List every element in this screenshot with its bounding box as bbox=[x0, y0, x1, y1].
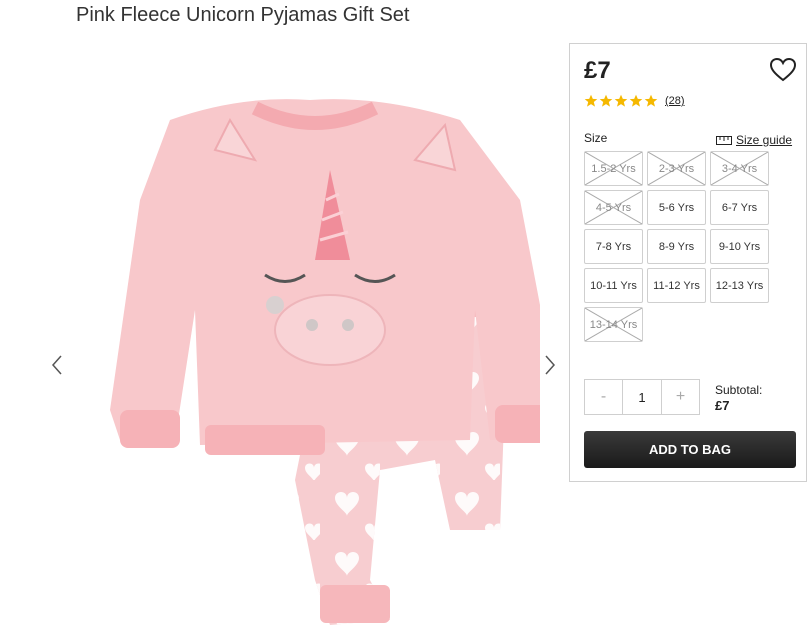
size-option-label: 3-4 Yrs bbox=[721, 162, 758, 175]
size-option-label: 4-5 Yrs bbox=[595, 201, 632, 214]
size-option-label: 7-8 Yrs bbox=[595, 240, 632, 253]
quantity-decrease-button[interactable]: - bbox=[585, 380, 622, 414]
size-option[interactable]: 8-9 Yrs bbox=[647, 229, 706, 264]
gallery-prev-button[interactable] bbox=[47, 350, 67, 380]
chevron-left-icon bbox=[51, 355, 62, 375]
size-option-label: 12-13 Yrs bbox=[715, 279, 764, 292]
size-option-label: 10-11 Yrs bbox=[590, 279, 637, 292]
quantity-stepper: - + bbox=[584, 379, 700, 415]
size-option-label: 9-10 Yrs bbox=[718, 240, 761, 253]
size-option[interactable]: 5-6 Yrs bbox=[647, 190, 706, 225]
product-price: £7 bbox=[584, 57, 611, 84]
subtotal: Subtotal: £7 bbox=[715, 382, 762, 414]
size-option[interactable]: 9-10 Yrs bbox=[710, 229, 769, 264]
subtotal-value: £7 bbox=[715, 398, 730, 413]
size-option[interactable]: 3-4 Yrs bbox=[710, 151, 769, 186]
size-guide-label: Size guide bbox=[736, 133, 793, 147]
size-option[interactable]: 6-7 Yrs bbox=[710, 190, 769, 225]
star-icon bbox=[629, 94, 643, 107]
size-option[interactable]: 2-3 Yrs bbox=[647, 151, 706, 186]
gallery-next-button[interactable] bbox=[540, 350, 560, 380]
subtotal-label: Subtotal: bbox=[715, 383, 763, 397]
product-title: Pink Fleece Unicorn Pyjamas Gift Set bbox=[76, 4, 410, 26]
size-option-label: 2-3 Yrs bbox=[658, 162, 695, 175]
star-icon bbox=[599, 94, 613, 107]
size-option-label: 13-14 Yrs bbox=[589, 318, 638, 331]
size-option-label: 1.5-2 Yrs bbox=[591, 162, 636, 175]
add-to-bag-button[interactable]: ADD TO BAG bbox=[584, 431, 796, 468]
review-count-link[interactable]: (28) bbox=[665, 95, 685, 107]
size-option[interactable]: 10-11 Yrs bbox=[584, 268, 643, 303]
rating: (28) bbox=[584, 94, 685, 108]
ruler-icon bbox=[716, 135, 732, 145]
size-option-label: 5-6 Yrs bbox=[658, 201, 695, 214]
star-icon bbox=[614, 94, 628, 107]
size-option[interactable]: 1.5-2 Yrs bbox=[584, 151, 643, 186]
size-option[interactable]: 12-13 Yrs bbox=[710, 268, 769, 303]
size-option-label: 8-9 Yrs bbox=[658, 240, 695, 253]
size-option[interactable]: 11-12 Yrs bbox=[647, 268, 706, 303]
purchase-panel: £7 (28) Size Size guide 1.5-2 Yrs 2-3 Yrs… bbox=[569, 43, 807, 482]
size-options: 1.5-2 Yrs 2-3 Yrs 3-4 Yrs 4-5 Yrs 5-6 Yrs 6-7… bbox=[584, 151, 774, 342]
quantity-input[interactable] bbox=[622, 380, 662, 414]
star-icon bbox=[584, 94, 598, 107]
chevron-right-icon bbox=[545, 355, 556, 375]
quantity-increase-button[interactable]: + bbox=[662, 380, 699, 414]
wishlist-button[interactable] bbox=[769, 57, 798, 84]
size-option-label: 6-7 Yrs bbox=[721, 201, 758, 214]
size-label: Size bbox=[584, 131, 608, 145]
star-icon bbox=[644, 94, 658, 107]
heart-outline-icon bbox=[769, 57, 797, 82]
size-option[interactable]: 7-8 Yrs bbox=[584, 229, 643, 264]
image-gallery bbox=[40, 60, 570, 625]
size-option[interactable]: 4-5 Yrs bbox=[584, 190, 643, 225]
product-image bbox=[110, 99, 540, 625]
size-guide-link[interactable]: Size guide bbox=[716, 133, 792, 147]
size-option-label: 11-12 Yrs bbox=[653, 279, 700, 292]
size-option[interactable]: 13-14 Yrs bbox=[584, 307, 643, 342]
